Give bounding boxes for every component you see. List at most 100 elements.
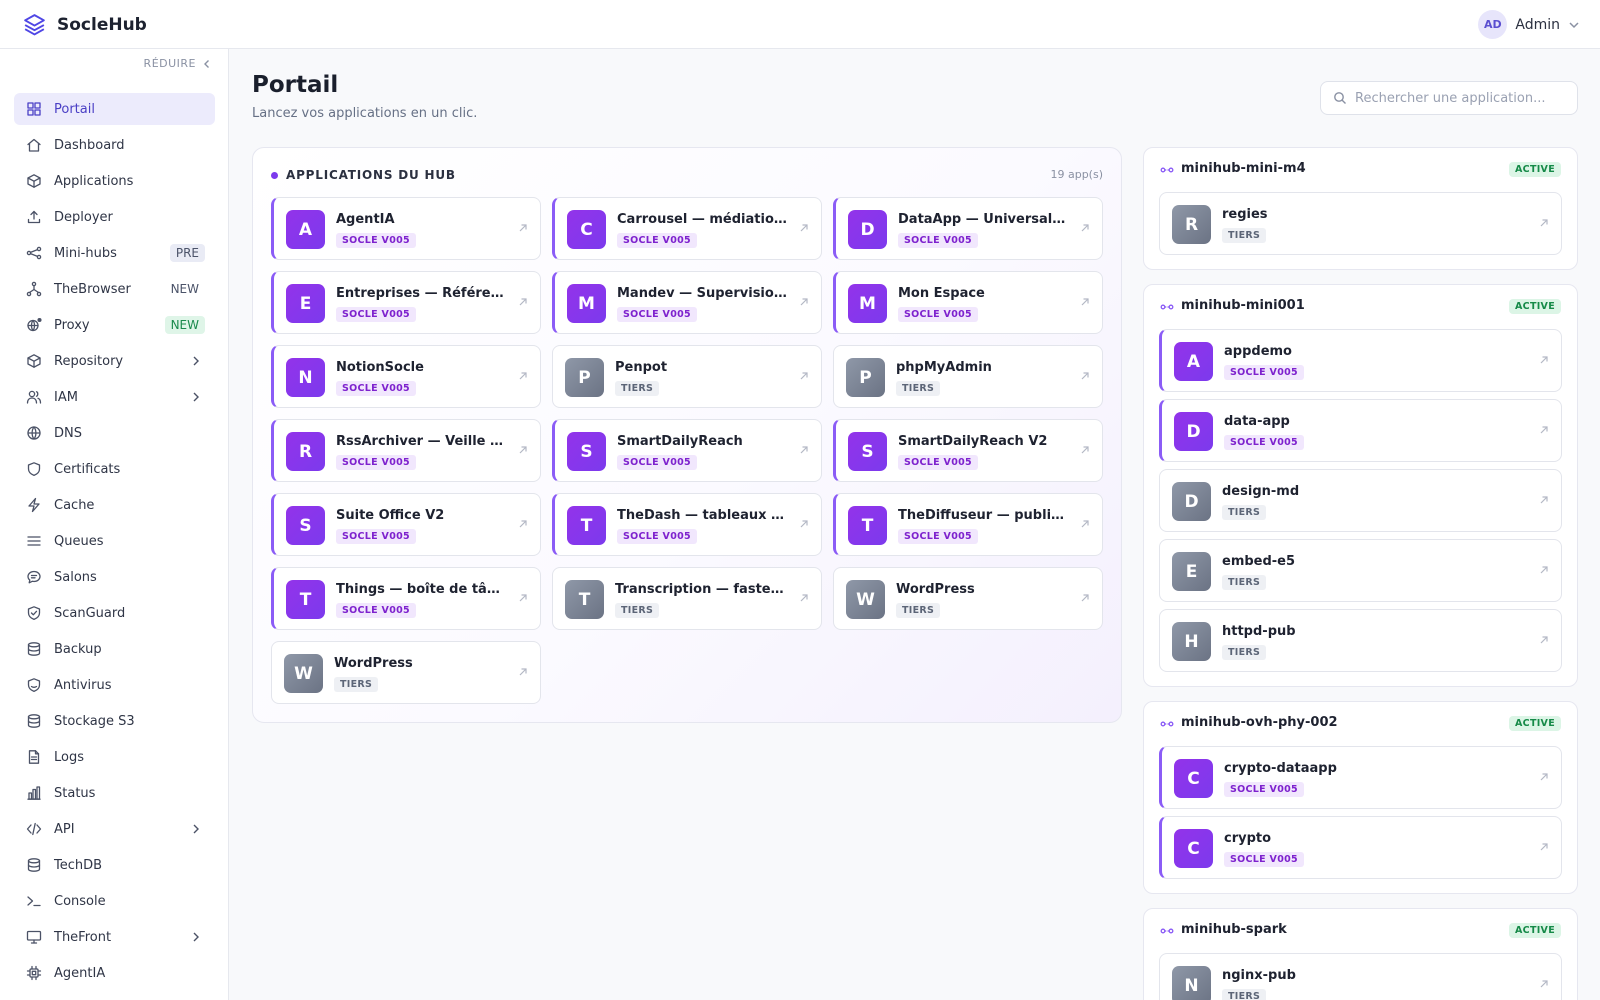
sidebar-item-label: Salons xyxy=(54,569,97,585)
app-card[interactable]: T Transcription — faster… TIERS xyxy=(552,567,822,630)
app-letter-tile: A xyxy=(1174,342,1213,381)
app-badge: SOCLE V005 xyxy=(336,529,416,544)
sidebar-item-techdb[interactable]: TechDB xyxy=(14,849,215,881)
user-menu[interactable]: AD Admin xyxy=(1478,10,1580,39)
app-card[interactable]: Ddata-app SOCLE V005 xyxy=(1159,399,1562,462)
app-badge: SOCLE V005 xyxy=(898,307,978,322)
minihub-header: minihub-ovh-phy-002 ACTIVE xyxy=(1144,702,1577,746)
sidebar-item-dashboard[interactable]: Dashboard xyxy=(14,129,215,161)
sidebar-item-repository[interactable]: Repository xyxy=(14,345,215,377)
minihub-panel: minihub-spark ACTIVE Nnginx-pub TIERS xyxy=(1143,908,1578,1000)
app-letter-tile: M xyxy=(848,284,887,323)
app-card[interactable]: S SmartDailyReach SOCLE V005 xyxy=(552,419,822,482)
tree-icon xyxy=(26,281,42,297)
chevron-right-icon[interactable] xyxy=(191,931,201,943)
search-input[interactable] xyxy=(1355,90,1575,106)
open-arrow-icon xyxy=(519,372,527,380)
app-card[interactable]: Rregies TIERS xyxy=(1159,192,1562,255)
link-icon xyxy=(1160,167,1174,173)
app-card[interactable]: M Mon Espace SOCLE V005 xyxy=(833,271,1103,334)
sidebar-item-agentia[interactable]: AgentIA xyxy=(14,957,215,989)
app-card[interactable]: T TheDash — tableaux … SOCLE V005 xyxy=(552,493,822,556)
app-card[interactable]: E Entreprises — Référe… SOCLE V005 xyxy=(271,271,541,334)
sidebar-item-logs[interactable]: Logs xyxy=(14,741,215,773)
app-card[interactable]: Ccrypto-dataapp SOCLE V005 xyxy=(1159,746,1562,809)
minihub-name: minihub-mini001 xyxy=(1181,298,1305,313)
sidebar-item-label: Queues xyxy=(54,533,104,549)
app-card[interactable]: C Carrousel — médiation… SOCLE V005 xyxy=(552,197,822,260)
sidebar-item-certificats[interactable]: Certificats xyxy=(14,453,215,485)
app-card[interactable]: R RssArchiver — Veille … SOCLE V005 xyxy=(271,419,541,482)
chevron-right-icon[interactable] xyxy=(191,391,201,403)
minihub-name: minihub-spark xyxy=(1181,922,1287,937)
app-card[interactable]: T Things — boîte de tâc… SOCLE V005 xyxy=(271,567,541,630)
sidebar-item-portail[interactable]: Portail xyxy=(14,93,215,125)
app-card[interactable]: T TheDiffuseur — public… SOCLE V005 xyxy=(833,493,1103,556)
app-badge: TIERS xyxy=(334,677,379,692)
sidebar-item-cache[interactable]: Cache xyxy=(14,489,215,521)
sidebar-item-applications[interactable]: Applications xyxy=(14,165,215,197)
open-arrow-icon xyxy=(800,372,808,380)
app-letter-tile: S xyxy=(567,432,606,471)
users-icon xyxy=(26,390,42,404)
sidebar-item-mini-hubs[interactable]: Mini-hubs PRE xyxy=(14,237,215,269)
app-card[interactable]: S Suite Office V2 SOCLE V005 xyxy=(271,493,541,556)
chevron-right-icon[interactable] xyxy=(191,823,201,835)
app-card[interactable]: Eembed-e5 TIERS xyxy=(1159,539,1562,602)
open-arrow-icon xyxy=(519,594,527,602)
sidebar-item-label: Backup xyxy=(54,641,102,657)
app-card[interactable]: Ccrypto SOCLE V005 xyxy=(1159,816,1562,879)
sidebar-item-iam[interactable]: IAM xyxy=(14,381,215,413)
app-card[interactable]: W WordPress TIERS xyxy=(833,567,1103,630)
collapse-sidebar-button[interactable]: RÉDUIRE xyxy=(144,57,212,70)
brand[interactable]: SocleHub xyxy=(22,12,147,37)
app-name: crypto-dataapp xyxy=(1224,761,1337,776)
app-card[interactable]: S SmartDailyReach V2 SOCLE V005 xyxy=(833,419,1103,482)
sidebar-item-label: Logs xyxy=(54,749,84,765)
sidebar-item-api[interactable]: API xyxy=(14,813,215,845)
open-arrow-icon xyxy=(1081,372,1089,380)
sidebar-item-salons[interactable]: Salons xyxy=(14,561,215,593)
sidebar-item-proxy[interactable]: Proxy NEW xyxy=(14,309,215,341)
chevron-right-icon[interactable] xyxy=(191,355,201,367)
sidebar-item-label: Stockage S3 xyxy=(54,713,135,729)
app-card[interactable]: W WordPress TIERS xyxy=(271,641,541,704)
app-card[interactable]: N NotionSocle SOCLE V005 xyxy=(271,345,541,408)
sidebar-item-backup[interactable]: Backup xyxy=(14,633,215,665)
search-box[interactable] xyxy=(1320,81,1578,115)
bar-chart-icon xyxy=(27,786,41,800)
app-card[interactable]: D DataApp — Universal … SOCLE V005 xyxy=(833,197,1103,260)
app-card[interactable]: Aappdemo SOCLE V005 xyxy=(1159,329,1562,392)
nav-badge: NEW xyxy=(170,282,199,296)
minihub-app-list: Ccrypto-dataapp SOCLE V005 Ccrypto SOCLE V0… xyxy=(1144,746,1577,893)
app-card[interactable]: A AgentIA SOCLE V005 xyxy=(271,197,541,260)
app-badge: SOCLE V005 xyxy=(336,603,416,618)
sidebar-item-thefront[interactable]: TheFront xyxy=(14,921,215,953)
minihub-panel: minihub-ovh-phy-002 ACTIVE Ccrypto-dataapp… xyxy=(1143,701,1578,894)
app-name: TheDash — tableaux … xyxy=(617,508,785,523)
user-name: Admin xyxy=(1515,16,1560,33)
sidebar-item-dns[interactable]: DNS xyxy=(14,417,215,449)
app-card[interactable]: P Penpot TIERS xyxy=(552,345,822,408)
app-name: WordPress xyxy=(896,582,975,597)
app-letter-tile: N xyxy=(1172,966,1211,1000)
sidebar-item-queues[interactable]: Queues xyxy=(14,525,215,557)
app-letter-tile: C xyxy=(1174,829,1213,868)
sidebar-item-console[interactable]: Console xyxy=(14,885,215,917)
sidebar-item-scanguard[interactable]: ScanGuard xyxy=(14,597,215,629)
app-card[interactable]: PphpMyAdmin TIERS xyxy=(833,345,1103,408)
app-card[interactable]: Ddesign-md TIERS xyxy=(1159,469,1562,532)
sidebar-item-status[interactable]: Status xyxy=(14,777,215,809)
app-name: design-md xyxy=(1222,484,1300,499)
app-grid: A AgentIA SOCLE V005 C Carrousel — médiation… xyxy=(271,197,1103,704)
app-card[interactable]: M Mandev — Supervisio… SOCLE V005 xyxy=(552,271,822,334)
app-card[interactable]: Nnginx-pub TIERS xyxy=(1159,953,1562,1000)
app-badge: SOCLE V005 xyxy=(898,529,978,544)
app-letter-tile: E xyxy=(1172,552,1211,591)
sidebar-item-deployer[interactable]: Deployer xyxy=(14,201,215,233)
sidebar-item-thebrowser[interactable]: TheBrowser NEW xyxy=(14,273,215,305)
open-arrow-icon xyxy=(1540,356,1548,364)
sidebar-item-stockage-s3[interactable]: Stockage S3 xyxy=(14,705,215,737)
sidebar-item-antivirus[interactable]: Antivirus xyxy=(14,669,215,701)
app-card[interactable]: Hhttpd-pub TIERS xyxy=(1159,609,1562,672)
